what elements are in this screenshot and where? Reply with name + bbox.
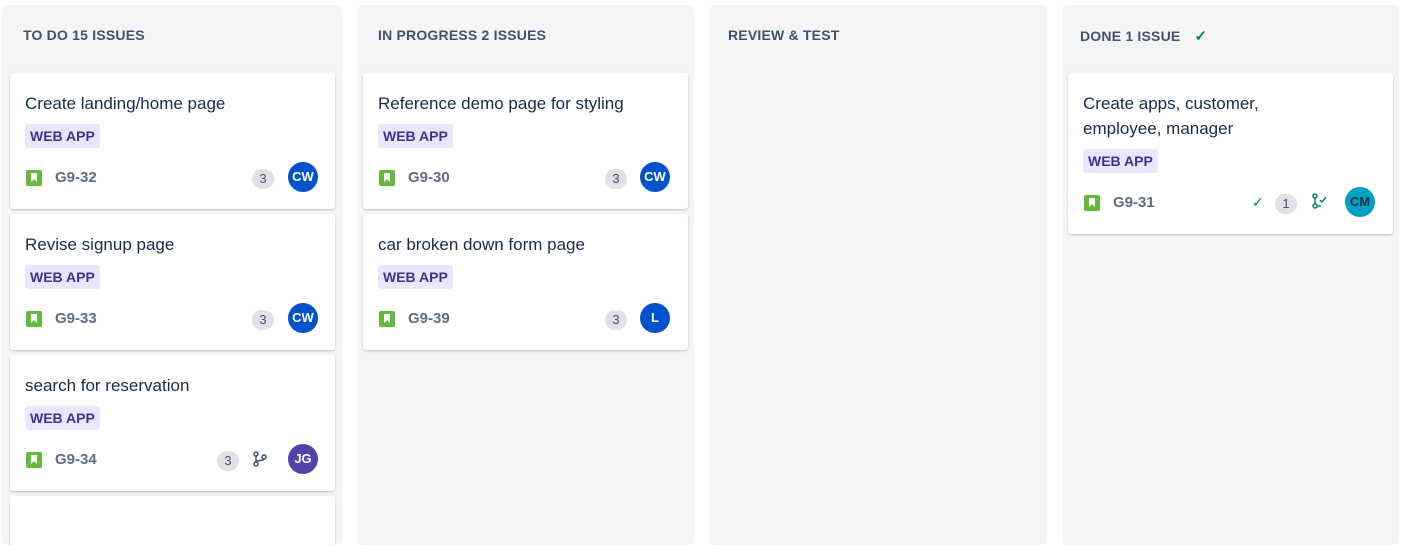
assignee-avatar[interactable]: CW [640, 162, 670, 192]
story-points-badge: 3 [217, 451, 239, 471]
column-header-todo[interactable]: TO DO 15 ISSUES [23, 27, 145, 43]
story-icon [379, 170, 395, 186]
assignee-avatar[interactable]: L [640, 303, 670, 333]
issue-title: Create landing/home page [25, 94, 226, 113]
issue-card[interactable]: Reference demo page for styling WEB APP … [363, 73, 688, 209]
story-points-badge: 3 [605, 169, 627, 189]
issue-title: Reference demo page for styling [378, 94, 624, 113]
issue-card-partial[interactable] [10, 496, 335, 545]
story-icon [26, 452, 42, 468]
column-title: IN PROGRESS 2 ISSUES [378, 27, 547, 43]
epic-label[interactable]: WEB APP [25, 406, 100, 430]
issue-key[interactable]: G9-32 [55, 169, 97, 186]
column-todo: TO DO 15 ISSUES Create landing/home page… [2, 5, 342, 545]
issue-card[interactable]: search for reservation WEB APP G9-34 3 J… [10, 355, 335, 491]
column-title: REVIEW & TEST [728, 27, 840, 43]
assignee-avatar[interactable]: CW [288, 303, 318, 333]
story-points-badge: 3 [252, 310, 274, 330]
epic-label[interactable]: WEB APP [25, 124, 100, 148]
check-icon: ✓ [1194, 28, 1208, 45]
issue-card[interactable]: Revise signup page WEB APP G9-33 3 CW [10, 214, 335, 350]
column-title: TO DO 15 ISSUES [23, 27, 145, 43]
epic-label[interactable]: WEB APP [378, 124, 453, 148]
issue-key[interactable]: G9-34 [55, 451, 97, 468]
merged-branch-icon[interactable] [1311, 193, 1327, 209]
column-header-in-progress[interactable]: IN PROGRESS 2 ISSUES [378, 27, 546, 43]
issue-key[interactable]: G9-33 [55, 310, 97, 327]
column-review-test: REVIEW & TEST [709, 5, 1047, 545]
story-icon [379, 311, 395, 327]
assignee-avatar[interactable]: CM [1345, 187, 1375, 217]
epic-label[interactable]: WEB APP [378, 265, 453, 289]
column-header-review-test[interactable]: REVIEW & TEST [728, 27, 840, 43]
column-header-done[interactable]: DONE 1 ISSUE ✓ [1080, 27, 1207, 45]
kanban-board: TO DO 15 ISSUES Create landing/home page… [0, 0, 1408, 545]
issue-title: Revise signup page [25, 235, 175, 254]
story-points-badge: 3 [605, 310, 627, 330]
issue-card[interactable]: Create apps, customer, employee, manager… [1068, 73, 1393, 234]
column-done: DONE 1 ISSUE ✓ Create apps, customer, em… [1062, 5, 1399, 545]
story-icon [1084, 195, 1100, 211]
issue-card[interactable]: car broken down form page WEB APP G9-39 … [363, 214, 688, 350]
story-icon [26, 311, 42, 327]
git-branch-icon[interactable] [252, 451, 268, 467]
check-icon: ✓ [1252, 194, 1264, 210]
column-in-progress: IN PROGRESS 2 ISSUES Reference demo page… [357, 5, 694, 545]
assignee-avatar[interactable]: CW [288, 162, 318, 192]
issue-key[interactable]: G9-39 [408, 310, 450, 327]
issue-key[interactable]: G9-31 [1113, 194, 1155, 211]
column-title: DONE 1 ISSUE [1080, 28, 1181, 44]
issue-key[interactable]: G9-30 [408, 169, 450, 186]
epic-label[interactable]: WEB APP [25, 265, 100, 289]
issue-card[interactable]: Create landing/home page WEB APP G9-32 3… [10, 73, 335, 209]
epic-label[interactable]: WEB APP [1083, 149, 1158, 173]
assignee-avatar[interactable]: JG [288, 444, 318, 474]
story-points-badge: 3 [252, 169, 274, 189]
issue-title: Create apps, customer, employee, manager [1083, 94, 1259, 138]
issue-title: search for reservation [25, 376, 190, 395]
story-icon [26, 170, 42, 186]
issue-title: car broken down form page [378, 235, 585, 254]
story-points-badge: 1 [1275, 194, 1297, 214]
